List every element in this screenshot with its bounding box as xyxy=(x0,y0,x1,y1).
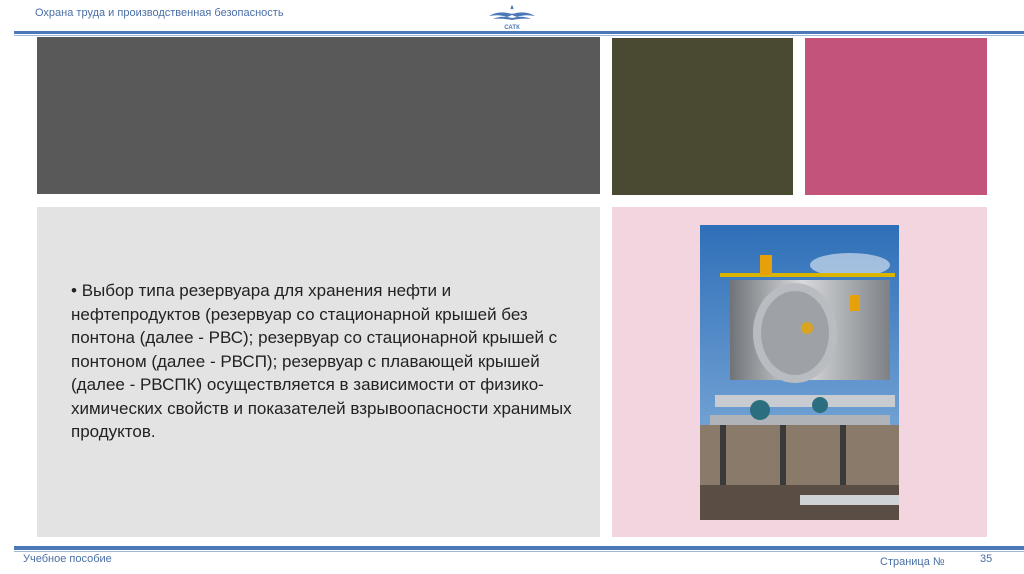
header-title: Охрана труда и производственная безопасн… xyxy=(35,7,284,19)
decorative-olive-block xyxy=(612,38,793,195)
bullet-mark: • xyxy=(71,281,77,300)
header-rule-thin xyxy=(14,35,1024,36)
oil-storage-tank-photo xyxy=(700,225,899,520)
footer-rule-thin xyxy=(14,551,1024,552)
page-label: Страница № xyxy=(880,556,945,568)
decorative-rose-block xyxy=(805,38,987,195)
footer-label: Учебное пособие xyxy=(23,553,112,565)
footer-rule xyxy=(14,546,1024,550)
satk-logo: САТК xyxy=(489,5,535,31)
decorative-gray-block xyxy=(37,37,600,194)
bullet-paragraph: • Выбор типа резервуара для хранения неф… xyxy=(71,279,581,444)
paragraph-text: Выбор типа резервуара для хранения нефти… xyxy=(71,281,572,441)
page-number: 35 xyxy=(980,553,993,565)
header-rule xyxy=(14,31,1024,34)
